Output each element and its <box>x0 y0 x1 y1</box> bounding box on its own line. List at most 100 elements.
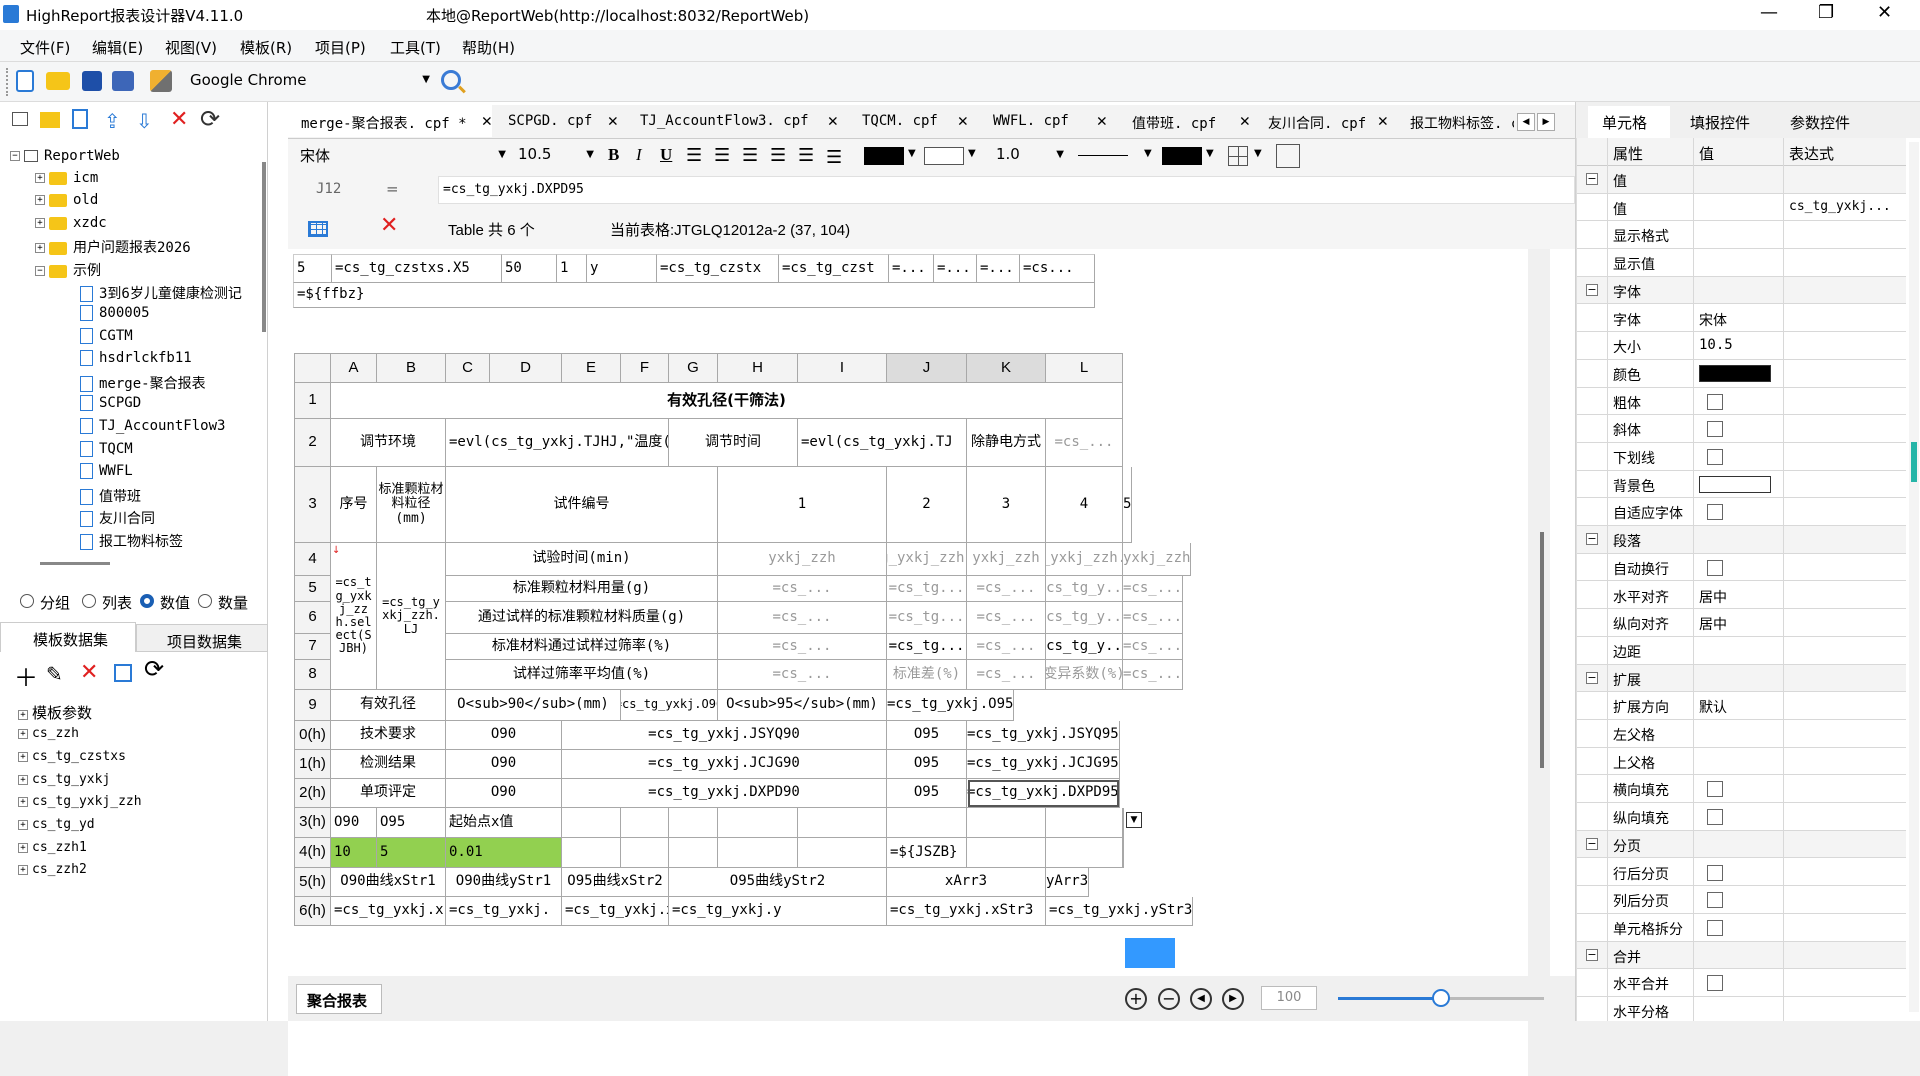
dataset-item[interactable]: + cs_zzh <box>18 726 79 741</box>
tab-scroll-right-icon[interactable]: ▶ <box>1537 113 1555 131</box>
collapse-icon[interactable]: − <box>1586 283 1598 296</box>
radio-group[interactable] <box>20 594 34 608</box>
align-left-icon[interactable]: ☰ <box>686 145 702 166</box>
doc-tab[interactable]: WWFL. cpf ✕ <box>975 105 1107 137</box>
prop-row[interactable]: 背景色 <box>1577 471 1906 499</box>
prop-checkbox[interactable] <box>1707 892 1723 909</box>
prop-checkbox[interactable] <box>1707 809 1723 826</box>
prop-row[interactable]: 横向填充 <box>1577 775 1906 804</box>
cell[interactable]: =cs_... <box>1123 602 1184 634</box>
close-tab-icon[interactable]: ✕ <box>608 111 618 131</box>
menu-tools[interactable]: 工具(T) <box>390 37 441 58</box>
close-tab-icon[interactable]: ✕ <box>1097 111 1107 131</box>
cell[interactable]: O95 <box>377 808 446 838</box>
line-width-select[interactable]: 1.0 ▼ <box>992 143 1068 169</box>
cell[interactable]: =${ffbz} <box>293 283 1095 308</box>
cell[interactable]: yxkj_zzh <box>1123 543 1192 576</box>
cell[interactable]: =cs_tg_yxkj.xStr3 <box>887 897 1046 926</box>
row-header[interactable]: 3 <box>294 467 331 543</box>
cell[interactable] <box>621 808 669 838</box>
dataset-item[interactable]: + 模板参数 <box>18 702 92 723</box>
cell[interactable] <box>798 808 887 838</box>
cell-dropdown-icon[interactable]: ▼ <box>1126 812 1142 828</box>
cell[interactable]: xArr3 <box>887 868 1046 897</box>
line-style-select[interactable] <box>1078 155 1128 156</box>
collapse-icon[interactable]: − <box>1586 948 1598 961</box>
remove-table-icon[interactable]: ✕ <box>380 213 398 238</box>
cell[interactable]: O90曲线xStr1 <box>331 868 446 897</box>
cell[interactable]: =cs_... <box>1123 660 1184 690</box>
cell[interactable]: =cs_tg_yxkj.yStr3 <box>1046 897 1194 926</box>
prop-row[interactable]: 列后分页 <box>1577 886 1906 914</box>
row-header[interactable]: 4(h) <box>294 838 331 868</box>
close-tab-icon[interactable]: ✕ <box>828 111 838 131</box>
cell[interactable]: yArr3 <box>1046 868 1090 897</box>
column-header[interactable]: L <box>1046 353 1123 383</box>
tree-file[interactable]: 报工物料标签 <box>80 531 183 551</box>
prop-vscrollbar[interactable] <box>1909 142 1919 1012</box>
delete-dataset-icon[interactable]: ✕ <box>80 660 98 685</box>
new-report-icon[interactable] <box>72 109 88 129</box>
prop-row[interactable]: 下划线 <box>1577 443 1906 471</box>
tree-file[interactable]: merge-聚合报表 <box>80 373 206 393</box>
cell[interactable]: =cs_... <box>718 634 887 660</box>
cell[interactable] <box>1046 808 1123 838</box>
prop-row[interactable]: 纵向填充 <box>1577 803 1906 831</box>
tree-file[interactable]: WWFL <box>80 463 133 479</box>
prop-checkbox[interactable] <box>1707 919 1723 936</box>
cell[interactable]: =cs_... <box>718 576 887 602</box>
zoom-input[interactable]: 100 <box>1261 986 1317 1010</box>
dataset-item[interactable]: + cs_tg_yxkj_zzh <box>18 794 142 809</box>
underline-icon[interactable]: U <box>660 145 672 165</box>
prop-row[interactable]: 颜色 <box>1577 360 1906 388</box>
expand-icon[interactable]: + <box>35 243 45 253</box>
menu-view[interactable]: 视图(V) <box>165 37 217 58</box>
align-right-icon[interactable]: ☰ <box>742 145 758 166</box>
cell[interactable] <box>798 838 887 868</box>
new-folder-icon[interactable] <box>40 112 60 128</box>
row-header[interactable]: 1 <box>294 383 331 419</box>
expand-icon[interactable]: + <box>18 796 28 807</box>
collapse-icon[interactable]: − <box>1586 173 1598 185</box>
cell[interactable]: 4 <box>1046 467 1123 543</box>
cell[interactable]: 变异系数(%) <box>1046 660 1123 690</box>
doc-tab[interactable]: SCPGD. cpf ✕ <box>498 105 618 137</box>
cell[interactable] <box>967 808 1046 838</box>
cell[interactable] <box>1046 838 1123 868</box>
open-folder-icon[interactable] <box>46 72 70 90</box>
sheet-tab[interactable]: 聚合报表 <box>296 984 382 1014</box>
cell[interactable]: 单项评定 <box>331 779 446 808</box>
cell[interactable] <box>669 808 718 838</box>
dataset-item[interactable]: + cs_zzh1 <box>18 840 87 855</box>
dataset-item[interactable]: + cs_tg_czstxs <box>18 749 126 764</box>
prop-row[interactable]: 显示值 <box>1577 249 1906 277</box>
prop-checkbox[interactable] <box>1707 449 1723 465</box>
align-center-icon[interactable]: ☰ <box>714 145 730 166</box>
canvas-vscrollbar[interactable] <box>1540 532 1544 768</box>
prop-section[interactable]: − 值 <box>1577 166 1906 194</box>
row-header[interactable]: 6 <box>294 602 331 634</box>
cell[interactable] <box>718 808 798 838</box>
zoom-out-icon[interactable]: − <box>1158 988 1180 1010</box>
dataset-item[interactable]: + cs_tg_yxkj <box>18 772 110 787</box>
font-select[interactable]: 宋体 ▼ <box>296 143 510 169</box>
tree-file[interactable]: SCPGD <box>80 395 141 411</box>
dataset-item[interactable]: + cs_zzh2 <box>18 862 87 877</box>
prop-row[interactable]: 水平对齐 居中 <box>1577 582 1906 610</box>
chevron-down-icon[interactable]: ▼ <box>1206 148 1214 159</box>
prop-scroll-thumb[interactable] <box>1911 442 1917 482</box>
tree-file[interactable]: 3到6岁儿童健康检测记 <box>80 283 242 303</box>
expand-icon[interactable]: + <box>18 728 28 739</box>
cell[interactable]: 试样过筛率平均值(%) <box>446 660 718 690</box>
cell[interactable]: O90 <box>331 808 377 838</box>
cell[interactable]: 5 <box>377 838 446 868</box>
cell[interactable]: =cs_tg_czst <box>779 254 889 283</box>
column-header[interactable]: I <box>798 353 887 383</box>
color-swatch[interactable] <box>1699 475 1771 493</box>
expand-icon[interactable]: + <box>35 218 45 228</box>
cell[interactable]: =cs_... <box>967 634 1046 660</box>
menu-help[interactable]: 帮助(H) <box>462 37 515 58</box>
prop-checkbox[interactable] <box>1707 393 1723 410</box>
prop-value[interactable]: 10.5 <box>1699 337 1733 353</box>
border-grid-icon[interactable] <box>1228 146 1248 166</box>
